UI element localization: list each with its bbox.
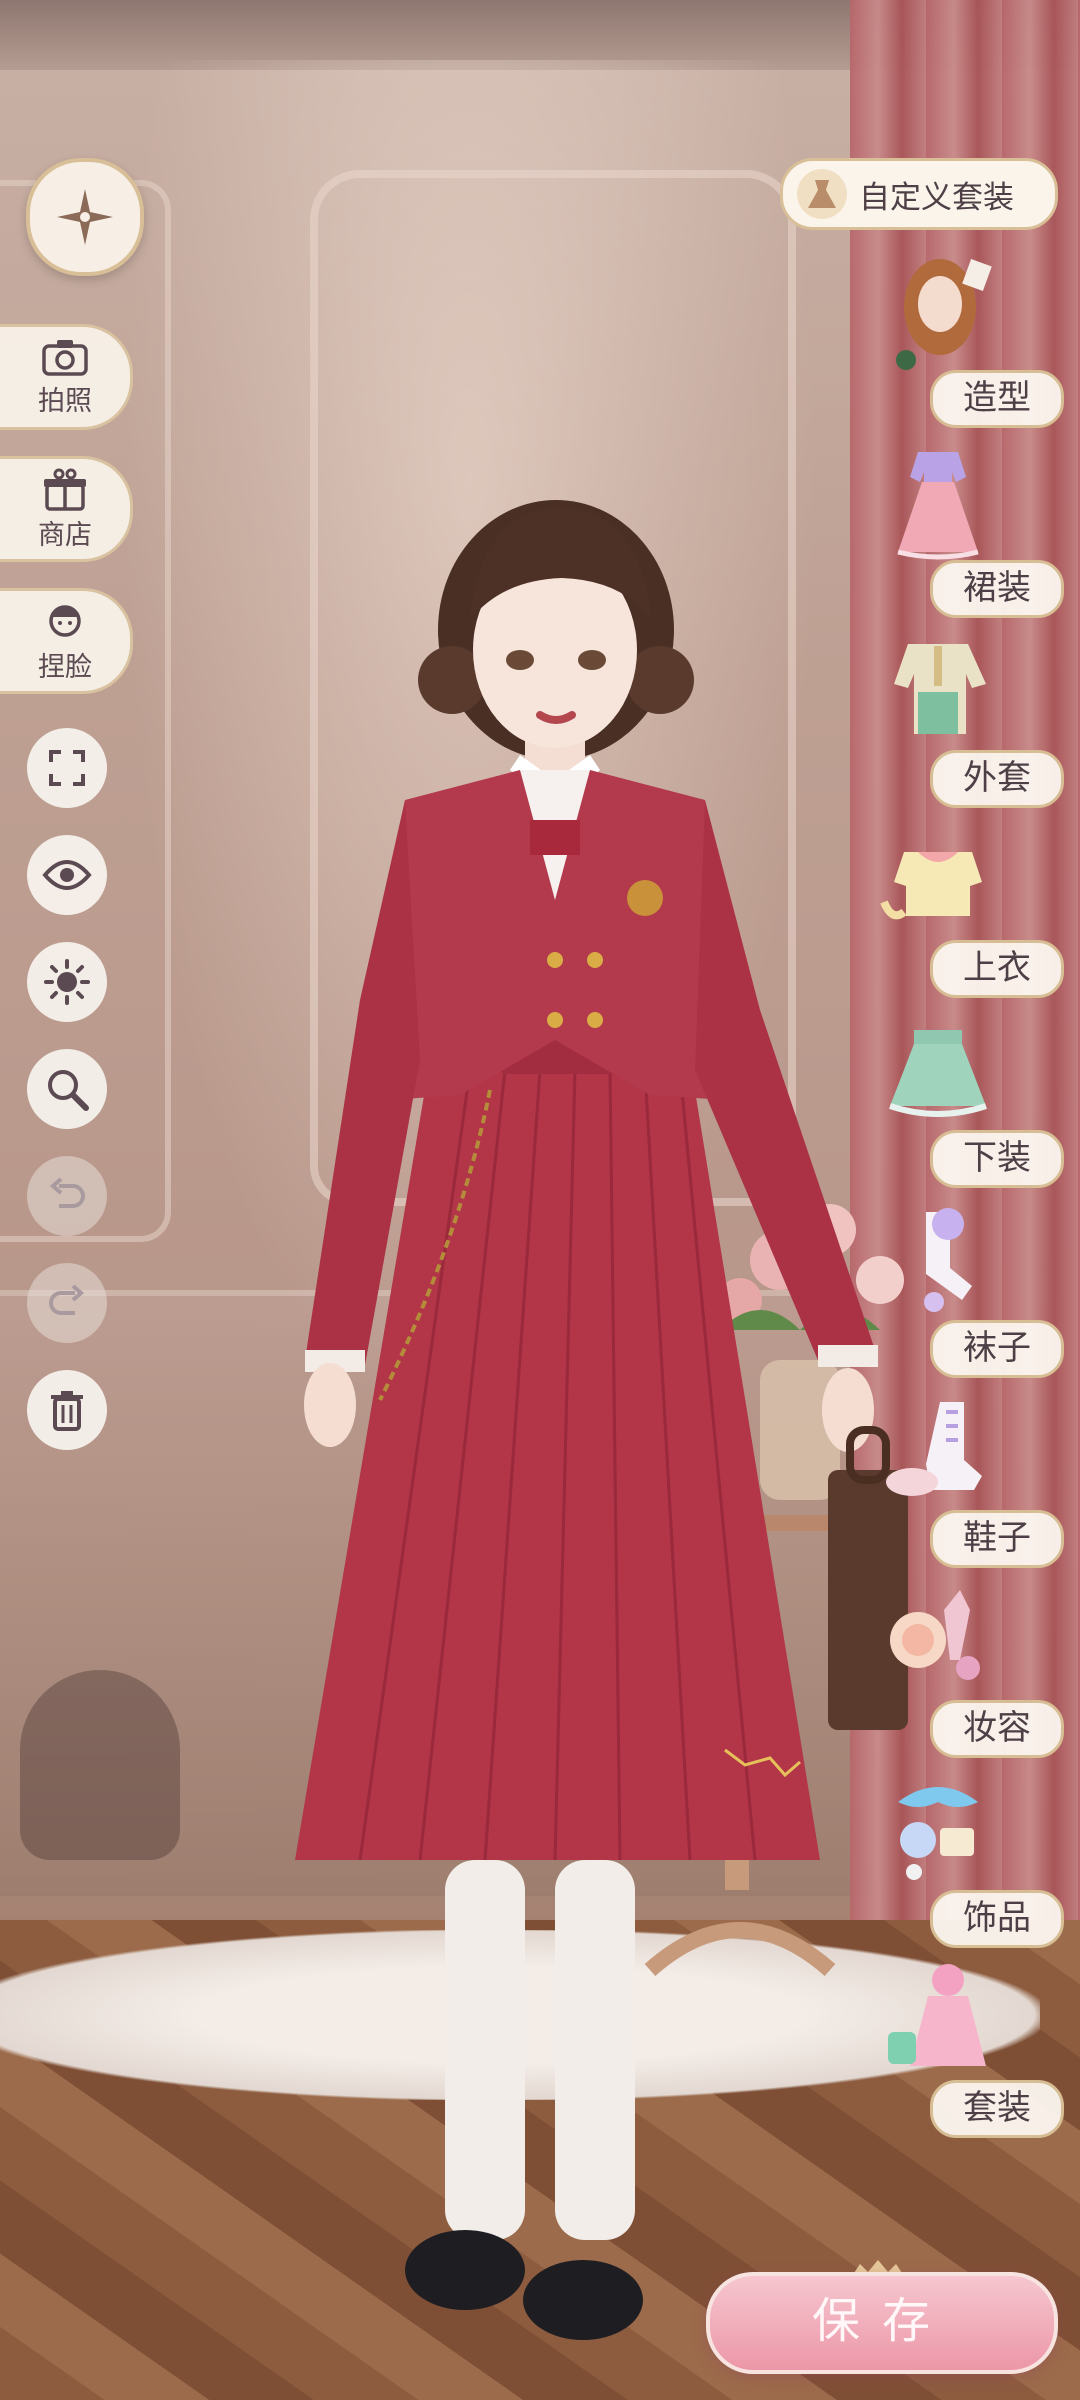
category-makeup[interactable]: 妆容 [860, 1582, 1065, 1758]
redo-icon [49, 1284, 85, 1315]
category-label-bottom: 下装 [930, 1130, 1064, 1188]
face-edit-button[interactable]: 捏脸 [0, 588, 133, 694]
camera-button[interactable]: 拍照 [0, 324, 133, 430]
category-label-accessory: 饰品 [930, 1890, 1064, 1948]
camera-icon [42, 339, 88, 376]
category-label-suit: 套装 [930, 2080, 1064, 2138]
zoom-button[interactable] [27, 1049, 107, 1129]
socks-icon [924, 1208, 972, 1312]
sun-icon [44, 959, 90, 1005]
custom-outfit-label: 自定义套装 [859, 179, 1014, 216]
coat-icon [894, 644, 986, 734]
category-hairstyle[interactable]: 造型 [860, 252, 1065, 428]
lighting-button[interactable] [27, 942, 107, 1022]
category-suit[interactable]: 套装 [860, 1962, 1065, 2138]
camera-label: 拍照 [38, 385, 92, 417]
category-socks[interactable]: 袜子 [860, 1202, 1065, 1378]
top-icon [880, 852, 982, 920]
save-button[interactable]: 保存 [706, 2272, 1058, 2374]
shop-button[interactable]: 商店 [0, 456, 133, 562]
eye-icon [42, 860, 92, 890]
category-label-coat: 外套 [930, 750, 1064, 808]
category-dress[interactable]: 裙装 [860, 442, 1065, 618]
category-label-shoes: 鞋子 [930, 1510, 1064, 1568]
category-top[interactable]: 上衣 [860, 822, 1065, 998]
category-coat[interactable]: 外套 [860, 632, 1065, 808]
accessory-icon [898, 1787, 978, 1880]
face-icon [49, 604, 81, 637]
trash-icon [51, 1391, 83, 1431]
dress-icon [897, 452, 979, 560]
undo-icon [49, 1177, 85, 1208]
category-label-makeup: 妆容 [930, 1700, 1064, 1758]
category-label-top: 上衣 [930, 940, 1064, 998]
delete-button[interactable] [27, 1370, 107, 1450]
shop-gift-icon [44, 468, 86, 511]
category-accessory[interactable]: 饰品 [860, 1772, 1065, 1948]
category-label-socks: 袜子 [930, 1320, 1064, 1378]
frame-corners-icon [49, 750, 85, 786]
custom-outfit-button[interactable]: 自定义套装 [780, 158, 1058, 230]
makeup-icon [890, 1590, 980, 1680]
shoes-icon [886, 1402, 982, 1496]
skirt-icon [889, 1030, 987, 1117]
fullscreen-button[interactable] [27, 728, 107, 808]
category-shoes[interactable]: 鞋子 [860, 1392, 1065, 1568]
category-label-hairstyle: 造型 [930, 370, 1064, 428]
redo-button[interactable] [27, 1263, 107, 1343]
category-bottom[interactable]: 下装 [860, 1012, 1065, 1188]
face-label: 捏脸 [38, 651, 92, 683]
dress-outline-icon [797, 169, 847, 219]
suit-icon [888, 1964, 986, 2066]
hairstyle-icon [896, 259, 992, 370]
shop-label: 商店 [38, 519, 92, 551]
category-label-dress: 裙装 [930, 560, 1064, 618]
undo-button[interactable] [27, 1156, 107, 1236]
view-button[interactable] [27, 835, 107, 915]
compass-button[interactable] [26, 158, 144, 276]
magnifier-icon [48, 1070, 89, 1111]
compass-star-icon [57, 189, 113, 245]
